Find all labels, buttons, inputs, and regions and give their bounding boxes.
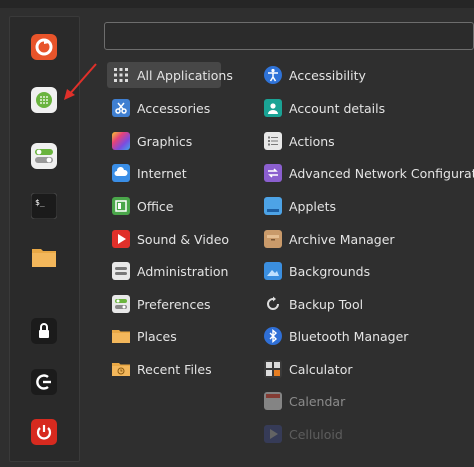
software-manager-icon [31,87,57,113]
annotation-arrow [64,63,97,100]
app-accessibility[interactable]: Accessibility [262,62,474,88]
category-administration[interactable]: Administration [107,258,228,284]
top-panel-strip [0,0,474,8]
app-advanced-network-configuration[interactable]: Advanced Network Configuration [262,160,474,186]
app-label: Celluloid [289,426,343,442]
celluloid-icon [264,425,282,443]
firefox-icon [31,34,57,60]
scissors-icon [112,99,130,117]
search-input[interactable] [104,22,474,50]
category-label: Preferences [137,296,211,312]
app-calendar[interactable]: Calendar [262,388,474,414]
recent-folder-icon [112,360,130,378]
favorite-shutdown[interactable] [31,419,57,445]
folder-icon [112,327,130,345]
app-account-details[interactable]: Account details [262,95,474,121]
cloud-icon [112,164,130,182]
category-label: Accessories [137,100,211,116]
grid-icon [112,66,130,84]
category-label: All Applications [137,67,233,83]
category-accessories[interactable]: Accessories [107,95,221,121]
app-label: Backgrounds [289,263,371,279]
applets-icon [264,197,282,215]
app-archive-manager[interactable]: Archive Manager [262,226,474,252]
favorite-logout[interactable] [31,369,57,395]
app-calculator[interactable]: Calculator [262,356,474,382]
bluetooth-icon [264,327,282,345]
preferences-icon [112,295,130,313]
favorite-files[interactable] [31,244,57,270]
admin-icon [112,262,130,280]
app-actions[interactable]: Actions [262,128,474,154]
category-label: Places [137,328,177,344]
favorite-firefox[interactable] [31,34,57,60]
favorite-terminal[interactable]: $_ [31,193,57,219]
app-label: Actions [289,133,335,149]
category-label: Graphics [137,133,193,149]
network-config-icon [264,164,282,182]
app-label: Account details [289,100,386,116]
svg-text:$_: $_ [35,198,45,207]
graphics-icon [112,132,130,150]
app-label: Advanced Network Configuration [289,165,474,181]
favorite-software-manager[interactable] [31,87,57,113]
app-bluetooth-manager[interactable]: Bluetooth Manager [262,323,474,349]
favorite-system-settings[interactable] [31,143,57,169]
app-backup-tool[interactable]: Backup Tool [262,291,474,317]
accessibility-icon [264,66,282,84]
category-graphics[interactable]: Graphics [107,128,221,154]
category-internet[interactable]: Internet [107,160,221,186]
app-label: Accessibility [289,67,366,83]
category-label: Administration [137,263,229,279]
app-label: Bluetooth Manager [289,328,409,344]
app-label: Calculator [289,361,353,377]
category-places[interactable]: Places [107,323,221,349]
power-icon [31,419,57,445]
lock-icon [31,318,57,344]
category-label: Internet [137,165,187,181]
office-icon [112,197,130,215]
category-all-applications[interactable]: All Applications [107,62,233,88]
actions-icon [264,132,282,150]
backup-icon [264,295,282,313]
backgrounds-icon [264,262,282,280]
app-applets[interactable]: Applets [262,193,474,219]
category-sound-video[interactable]: Sound & Video [107,226,229,252]
app-backgrounds[interactable]: Backgrounds [262,258,474,284]
play-icon [112,230,130,248]
logout-icon [31,369,57,395]
app-label: Backup Tool [289,296,364,312]
calendar-icon [264,392,282,410]
app-celluloid[interactable]: Celluloid [262,421,474,447]
category-recent-files[interactable]: Recent Files [107,356,221,382]
category-label: Office [137,198,174,214]
folder-icon [31,244,57,270]
toggle-settings-icon [31,143,57,169]
terminal-icon: $_ [31,193,57,219]
app-label: Applets [289,198,336,214]
favorite-lock-screen[interactable] [31,318,57,344]
archive-icon [264,230,282,248]
category-office[interactable]: Office [107,193,221,219]
account-icon [264,99,282,117]
calculator-icon [264,360,282,378]
category-label: Recent Files [137,361,212,377]
app-label: Calendar [289,393,346,409]
category-label: Sound & Video [137,231,230,247]
category-preferences[interactable]: Preferences [107,291,221,317]
app-label: Archive Manager [289,231,395,247]
